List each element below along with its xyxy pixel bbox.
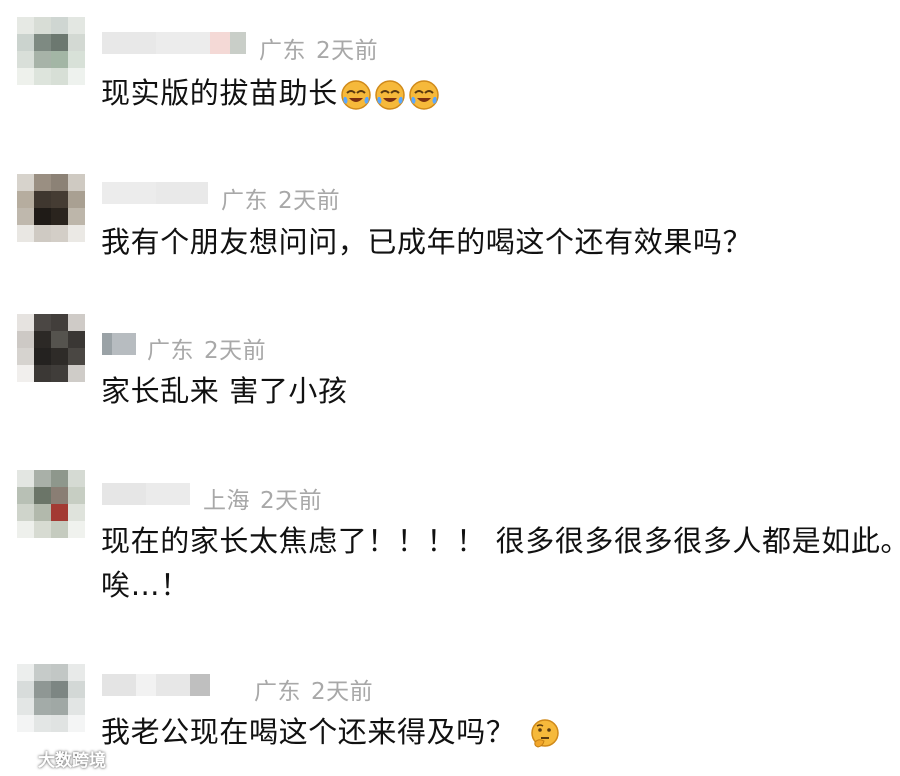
comment-meta: 广东 2天前 xyxy=(221,181,340,215)
laughing-crying-emoji-icon xyxy=(341,80,371,110)
comment-time: 2天前 xyxy=(316,38,379,64)
comment-text-line: 唉…！ xyxy=(101,568,190,602)
comment-text-content: 现实版的拔苗助长 xyxy=(101,76,338,110)
username-blurred[interactable] xyxy=(102,333,136,355)
comment-location: 广东 xyxy=(147,338,194,364)
comment-time: 2天前 xyxy=(260,488,323,514)
avatar[interactable] xyxy=(17,17,85,85)
comment-location: 广东 xyxy=(254,679,301,705)
thinking-emoji-wrapper xyxy=(529,718,561,750)
comment-meta: 广东 2天前 xyxy=(259,31,378,65)
watermark-text: 大数跨境 xyxy=(38,751,106,771)
comment-text: 我老公现在喝这个还来得及吗？ xyxy=(101,712,561,752)
comment-location: 上海 xyxy=(203,488,250,514)
comment-meta: 广东 2天前 xyxy=(254,672,373,706)
comment-text: 现在的家长太焦虑了！！！！ 很多很多很多很多人都是如此。 唉…！ xyxy=(101,521,900,605)
avatar[interactable] xyxy=(17,174,85,242)
comment-meta: 上海 2天前 xyxy=(203,481,322,515)
laughing-crying-emoji-icon xyxy=(375,80,405,110)
weibo-logo-icon xyxy=(4,750,32,769)
comment-text-content: 我有个朋友想问问，已成年的喝这个还有效果吗？ xyxy=(101,225,753,259)
username-blurred[interactable] xyxy=(102,32,246,54)
comment-location: 广东 xyxy=(221,188,268,214)
comment-meta: 广东 2天前 xyxy=(147,331,266,365)
watermark: 大数跨境 xyxy=(4,746,106,771)
comment-time: 2天前 xyxy=(204,338,267,364)
comment-location: 广东 xyxy=(259,38,306,64)
laughing-crying-emoji-icon xyxy=(409,80,439,110)
comment-time: 2天前 xyxy=(278,188,341,214)
comment-text: 我有个朋友想问问，已成年的喝这个还有效果吗？ xyxy=(101,222,752,262)
username-blurred[interactable] xyxy=(102,182,208,204)
comment-text: 家长乱来 害了小孩 xyxy=(101,371,348,411)
laughing-crying-emoji-group xyxy=(340,79,440,111)
avatar[interactable] xyxy=(17,664,85,732)
comment-text: 现实版的拔苗助长 xyxy=(101,73,440,113)
thinking-emoji-icon xyxy=(531,719,560,748)
username-blurred[interactable] xyxy=(102,483,190,505)
comment-text-content: 我老公现在喝这个还来得及吗？ xyxy=(101,715,516,749)
username-blurred[interactable] xyxy=(102,674,210,696)
comment-text-line: 现在的家长太焦虑了！！！！ 很多很多很多很多人都是如此。 xyxy=(101,524,900,558)
comment-text-content: 家长乱来 害了小孩 xyxy=(101,374,348,408)
comment-time: 2天前 xyxy=(311,679,374,705)
avatar[interactable] xyxy=(17,470,85,538)
avatar[interactable] xyxy=(17,314,85,382)
